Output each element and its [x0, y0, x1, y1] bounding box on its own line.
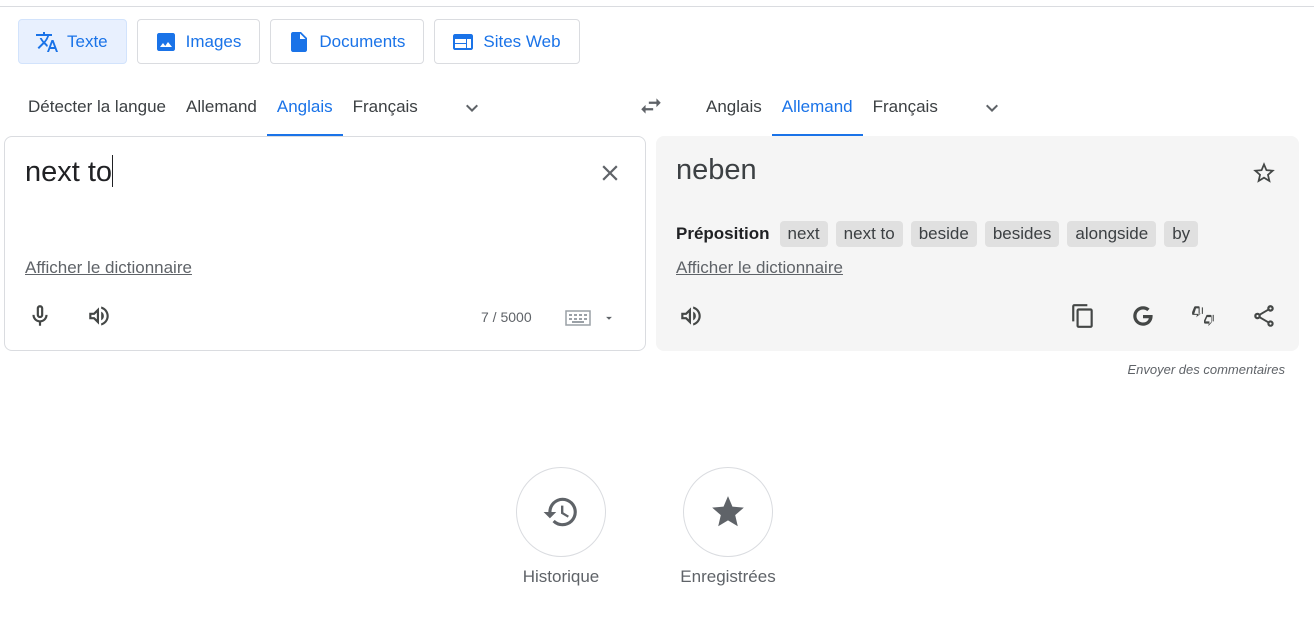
source-lang-detect[interactable]: Détecter la langue — [18, 80, 176, 136]
source-more-languages-button[interactable] — [448, 80, 496, 136]
document-icon — [291, 31, 308, 52]
saved-label: Enregistrées — [680, 567, 776, 586]
alternative-chip[interactable]: by — [1164, 221, 1199, 247]
source-lang-french[interactable]: Français — [343, 80, 428, 136]
voice-input-button[interactable] — [20, 296, 60, 336]
star-outline-icon — [1253, 162, 1275, 183]
translation-text: neben — [676, 154, 757, 186]
image-icon — [156, 32, 175, 51]
send-feedback-link[interactable]: Envoyer des commentaires — [1127, 362, 1285, 377]
microphone-icon — [32, 305, 48, 326]
history-label: Historique — [522, 567, 600, 586]
copy-icon — [1072, 304, 1093, 328]
source-lang-english[interactable]: Anglais — [266, 80, 343, 136]
mode-tabs: Texte Images Documents Sites Web — [18, 19, 580, 64]
website-icon — [453, 33, 474, 50]
target-lang-english[interactable]: Anglais — [696, 80, 772, 136]
source-lang-german[interactable]: Allemand — [176, 80, 267, 136]
close-icon — [602, 165, 618, 181]
source-dictionary-link[interactable]: Afficher le dictionnaire — [25, 258, 192, 278]
rate-translation-button[interactable] — [1184, 296, 1224, 336]
saved-section: Enregistrées — [668, 467, 788, 587]
source-text-input[interactable]: next to — [25, 155, 114, 189]
keyboard-icon — [565, 310, 591, 326]
source-language-bar: Détecter la langue Allemand Anglais Fran… — [18, 80, 496, 136]
swap-languages-button[interactable] — [632, 90, 670, 122]
mode-tab-websites[interactable]: Sites Web — [434, 19, 580, 64]
thumbs-up-down-icon — [1192, 306, 1214, 327]
swap-icon — [641, 98, 661, 114]
source-listen-button[interactable] — [79, 296, 119, 336]
clear-source-button[interactable] — [596, 159, 624, 187]
mode-tab-images[interactable]: Images — [136, 19, 261, 64]
keyboard-button[interactable] — [565, 310, 591, 326]
star-icon — [712, 496, 744, 527]
chevron-down-icon — [985, 104, 998, 112]
input-tools-dropdown[interactable] — [602, 311, 616, 325]
alternatives-row: Préposition next next to beside besides … — [676, 221, 1199, 247]
text-caret — [112, 155, 114, 187]
alternative-chip[interactable]: next — [779, 221, 828, 247]
top-divider — [0, 6, 1314, 7]
speaker-icon — [681, 306, 701, 326]
history-button[interactable] — [516, 467, 606, 557]
share-icon — [1254, 305, 1274, 327]
translate-icon — [36, 31, 58, 52]
mode-tab-label: Sites Web — [483, 31, 561, 51]
target-more-languages-button[interactable] — [968, 80, 1016, 136]
share-translation-button[interactable] — [1244, 296, 1284, 336]
save-translation-button[interactable] — [1247, 156, 1281, 190]
alternative-chip[interactable]: next to — [835, 221, 903, 247]
source-panel: next to Afficher le dictionnaire 7 / 500… — [4, 136, 646, 351]
history-icon — [543, 497, 577, 527]
mode-tab-label: Documents — [319, 31, 406, 51]
mode-tab-documents[interactable]: Documents — [270, 19, 425, 64]
saved-button[interactable] — [683, 467, 773, 557]
alternative-chip[interactable]: besides — [984, 221, 1060, 247]
mode-tab-label: Images — [185, 31, 242, 51]
google-search-button[interactable] — [1123, 296, 1163, 336]
target-dictionary-link[interactable]: Afficher le dictionnaire — [676, 258, 843, 278]
chevron-down-icon — [465, 104, 478, 112]
target-listen-button[interactable] — [671, 296, 711, 336]
mode-tab-text[interactable]: Texte — [18, 19, 127, 64]
target-panel: neben Préposition next next to beside be… — [656, 136, 1299, 351]
target-lang-french[interactable]: Français — [863, 80, 948, 136]
history-section: Historique — [501, 467, 621, 587]
target-lang-german[interactable]: Allemand — [771, 80, 863, 136]
alternative-chip[interactable]: beside — [910, 221, 977, 247]
speaker-icon — [89, 306, 109, 326]
alternative-chip[interactable]: alongside — [1067, 221, 1157, 247]
google-g-icon — [1133, 306, 1154, 326]
part-of-speech-label: Préposition — [676, 224, 770, 243]
character-counter: 7 / 5000 — [481, 309, 532, 325]
target-language-bar: Anglais Allemand Français — [696, 80, 1016, 136]
source-text: next to — [25, 156, 113, 188]
caret-down-icon — [606, 316, 612, 320]
mode-tab-label: Texte — [67, 31, 108, 51]
copy-translation-button[interactable] — [1063, 296, 1103, 336]
